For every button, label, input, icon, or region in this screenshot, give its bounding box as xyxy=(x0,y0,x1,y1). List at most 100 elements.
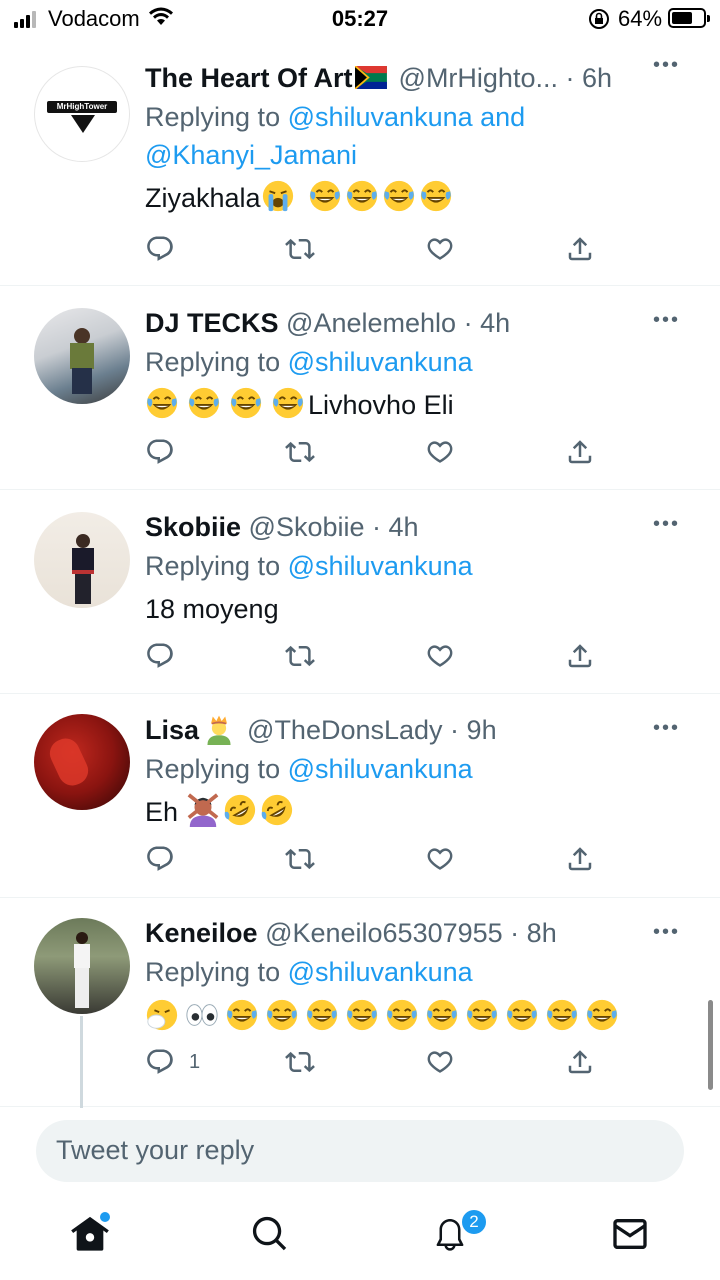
reply-input[interactable]: Tweet your reply xyxy=(36,1120,684,1182)
joy-face-icon xyxy=(308,179,342,213)
reply-button[interactable] xyxy=(145,636,175,676)
nav-search[interactable] xyxy=(250,1214,294,1258)
reply-button[interactable] xyxy=(145,229,175,269)
retweet-icon xyxy=(285,234,315,264)
share-icon xyxy=(565,234,595,264)
replying-to: Replying to @shiluvankuna xyxy=(145,957,473,987)
display-name[interactable]: Lisa xyxy=(145,715,199,745)
retweet-button[interactable] xyxy=(285,432,315,472)
notification-badge: 2 xyxy=(460,1208,488,1236)
share-button[interactable] xyxy=(565,839,595,879)
more-options-icon[interactable]: ••• xyxy=(653,921,680,944)
person-gesturing-no-icon xyxy=(186,793,220,827)
reply-count: 1 xyxy=(189,1050,201,1073)
tweet-actions: 1 xyxy=(145,1042,605,1082)
tweet-actions xyxy=(145,229,605,269)
more-options-icon[interactable]: ••• xyxy=(653,309,680,332)
joy-face-icon xyxy=(505,998,539,1032)
retweet-button[interactable] xyxy=(285,229,315,269)
joy-face-icon xyxy=(419,179,453,213)
reply-icon xyxy=(145,641,175,671)
joy-face-icon xyxy=(345,998,379,1032)
tweet-actions xyxy=(145,839,605,879)
heart-icon xyxy=(425,844,455,874)
joy-face-icon xyxy=(345,179,379,213)
handle[interactable]: @Skobiie xyxy=(249,512,365,542)
share-button[interactable] xyxy=(565,636,595,676)
joy-face-icon xyxy=(545,998,579,1032)
handle[interactable]: @Anelemehlo xyxy=(286,308,456,338)
tweet-text: Ziyakhala xyxy=(145,178,690,218)
avatar[interactable]: MrHighTower xyxy=(34,66,130,162)
more-options-icon[interactable]: ••• xyxy=(653,54,680,77)
like-button[interactable] xyxy=(425,432,455,472)
like-button[interactable] xyxy=(425,839,455,879)
tweet-header: Keneiloe @Keneilo65307955 · 8h xyxy=(145,918,557,948)
timestamp[interactable]: 8h xyxy=(527,918,557,948)
avatar[interactable] xyxy=(34,308,130,404)
joy-face-icon xyxy=(225,998,259,1032)
tweet-1[interactable]: MrHighTower The Heart Of Art @MrHighto...… xyxy=(0,40,720,286)
joy-face-icon xyxy=(385,998,419,1032)
replying-to: Replying to @shiluvankuna and @Khanyi_Ja… xyxy=(145,102,526,170)
reply-button[interactable]: 1 xyxy=(145,1042,200,1082)
replying-to: Replying to @shiluvankuna xyxy=(145,347,473,377)
share-button[interactable] xyxy=(565,1042,595,1082)
reply-button[interactable] xyxy=(145,839,175,879)
retweet-button[interactable] xyxy=(285,839,315,879)
display-name[interactable]: Keneiloe xyxy=(145,918,258,948)
retweet-button[interactable] xyxy=(285,636,315,676)
share-icon xyxy=(565,1047,595,1077)
rofl-face-icon xyxy=(223,793,257,827)
avatar[interactable] xyxy=(34,714,130,810)
search-icon xyxy=(252,1216,287,1251)
display-name[interactable]: DJ TECKS xyxy=(145,308,279,338)
like-button[interactable] xyxy=(425,1042,455,1082)
rofl-face-icon xyxy=(260,793,294,827)
handle[interactable]: @TheDonsLady xyxy=(247,715,443,745)
timestamp[interactable]: 9h xyxy=(467,715,497,745)
joy-face-icon xyxy=(187,386,221,420)
home-unread-dot xyxy=(100,1212,110,1222)
reply-icon xyxy=(145,437,175,467)
joy-face-icon xyxy=(425,998,459,1032)
tweet-3[interactable]: Skobiie @Skobiie · 4h Replying to @shilu… xyxy=(0,491,720,694)
mention-link[interactable]: @shiluvankuna xyxy=(288,347,473,377)
more-options-icon[interactable]: ••• xyxy=(653,717,680,740)
timestamp[interactable]: 4h xyxy=(480,308,510,338)
tweet-5[interactable]: Keneiloe @Keneilo65307955 · 8h Replying … xyxy=(0,899,720,1107)
more-options-icon[interactable]: ••• xyxy=(653,513,680,536)
scrollbar[interactable] xyxy=(708,1000,713,1090)
reply-icon xyxy=(145,844,175,874)
reply-button[interactable] xyxy=(145,432,175,472)
mention-link[interactable]: @shiluvankuna xyxy=(288,551,473,581)
timestamp[interactable]: 4h xyxy=(389,512,419,542)
nav-messages[interactable] xyxy=(610,1214,654,1258)
heart-icon xyxy=(425,234,455,264)
loudly-crying-face-icon xyxy=(261,179,295,213)
tweet-2[interactable]: DJ TECKS @Anelemehlo · 4h Replying to @s… xyxy=(0,287,720,490)
handle[interactable]: @Keneilo65307955 xyxy=(265,918,503,948)
handle[interactable]: @MrHighto... xyxy=(399,63,558,93)
display-name[interactable]: Skobiie xyxy=(145,512,241,542)
share-button[interactable] xyxy=(565,229,595,269)
heart-icon xyxy=(425,437,455,467)
avatar[interactable] xyxy=(34,512,130,608)
mention-link[interactable]: @shiluvankuna xyxy=(288,102,473,132)
like-button[interactable] xyxy=(425,229,455,269)
retweet-button[interactable] xyxy=(285,1042,315,1082)
avatar[interactable] xyxy=(34,918,130,1014)
display-name[interactable]: The Heart Of Art xyxy=(145,63,353,93)
timestamp[interactable]: 6h xyxy=(582,63,612,93)
share-icon xyxy=(565,437,595,467)
orientation-lock-icon xyxy=(589,9,609,29)
joy-face-icon xyxy=(305,998,339,1032)
south-africa-flag-icon xyxy=(355,66,387,89)
share-button[interactable] xyxy=(565,432,595,472)
like-button[interactable] xyxy=(425,636,455,676)
mention-link[interactable]: @shiluvankuna xyxy=(288,957,473,987)
mention-link[interactable]: @shiluvankuna xyxy=(288,754,473,784)
tweet-4[interactable]: Lisa @TheDonsLady · 9h Replying to @shilu… xyxy=(0,695,720,898)
tweet-header: Skobiie @Skobiie · 4h xyxy=(145,512,419,542)
mention-link[interactable]: @Khanyi_Jamani xyxy=(145,140,357,170)
